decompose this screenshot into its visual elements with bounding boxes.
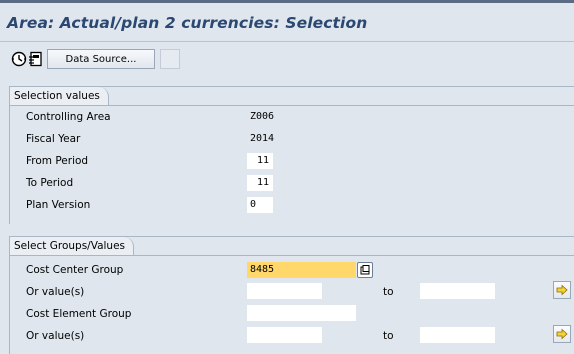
to-period-label: To Period — [26, 177, 74, 189]
controlling-area-label: Controlling Area — [26, 111, 111, 123]
toolbar-empty-button[interactable] — [160, 49, 180, 69]
window-top-border — [0, 0, 574, 3]
plan-version-input[interactable]: 0 — [247, 197, 273, 213]
cost-element-group-input[interactable] — [247, 305, 356, 321]
data-source-button[interactable]: Data Source... — [47, 49, 155, 69]
cost-center-group-input[interactable]: 8485 — [247, 262, 356, 278]
application-toolbar: Data Source... — [0, 44, 574, 74]
cost-element-group-label: Cost Element Group — [26, 308, 132, 320]
from-period-label: From Period — [26, 155, 89, 167]
title-divider — [0, 41, 574, 42]
search-help-icon[interactable] — [357, 262, 373, 278]
to-period-input[interactable]: 11 — [247, 175, 273, 191]
fiscal-year-label: Fiscal Year — [26, 133, 81, 145]
select-groups-values-group-title: Select Groups/Values — [10, 237, 135, 256]
controlling-area-value: Z006 — [250, 111, 275, 122]
cost-element-to-label: to — [383, 330, 394, 342]
cost-element-to-value-input[interactable] — [420, 327, 495, 343]
select-groups-values-group: Select Groups/Values Cost Center Group 8… — [9, 236, 574, 354]
multiple-selection-icon[interactable] — [553, 325, 571, 343]
cost-element-from-value-input[interactable] — [247, 327, 322, 343]
execute-clock-icon[interactable] — [10, 50, 28, 68]
page-title: Area: Actual/plan 2 currencies: Selectio… — [7, 14, 368, 32]
from-period-input[interactable]: 11 — [247, 153, 273, 169]
multiple-selection-icon[interactable] — [553, 281, 571, 299]
cost-element-or-values-label: Or value(s) — [26, 330, 85, 342]
selection-values-group: Selection values Controlling Area Z006 F… — [9, 86, 574, 224]
cost-center-group-label: Cost Center Group — [26, 264, 124, 276]
cost-center-to-label: to — [383, 286, 394, 298]
cost-center-to-value-input[interactable] — [420, 283, 495, 299]
cost-center-from-value-input[interactable] — [247, 283, 322, 299]
save-variant-icon[interactable] — [27, 50, 45, 68]
cost-center-or-values-label: Or value(s) — [26, 286, 85, 298]
selection-values-group-title: Selection values — [10, 87, 109, 106]
fiscal-year-value: 2014 — [250, 133, 275, 144]
plan-version-label: Plan Version — [26, 199, 91, 211]
